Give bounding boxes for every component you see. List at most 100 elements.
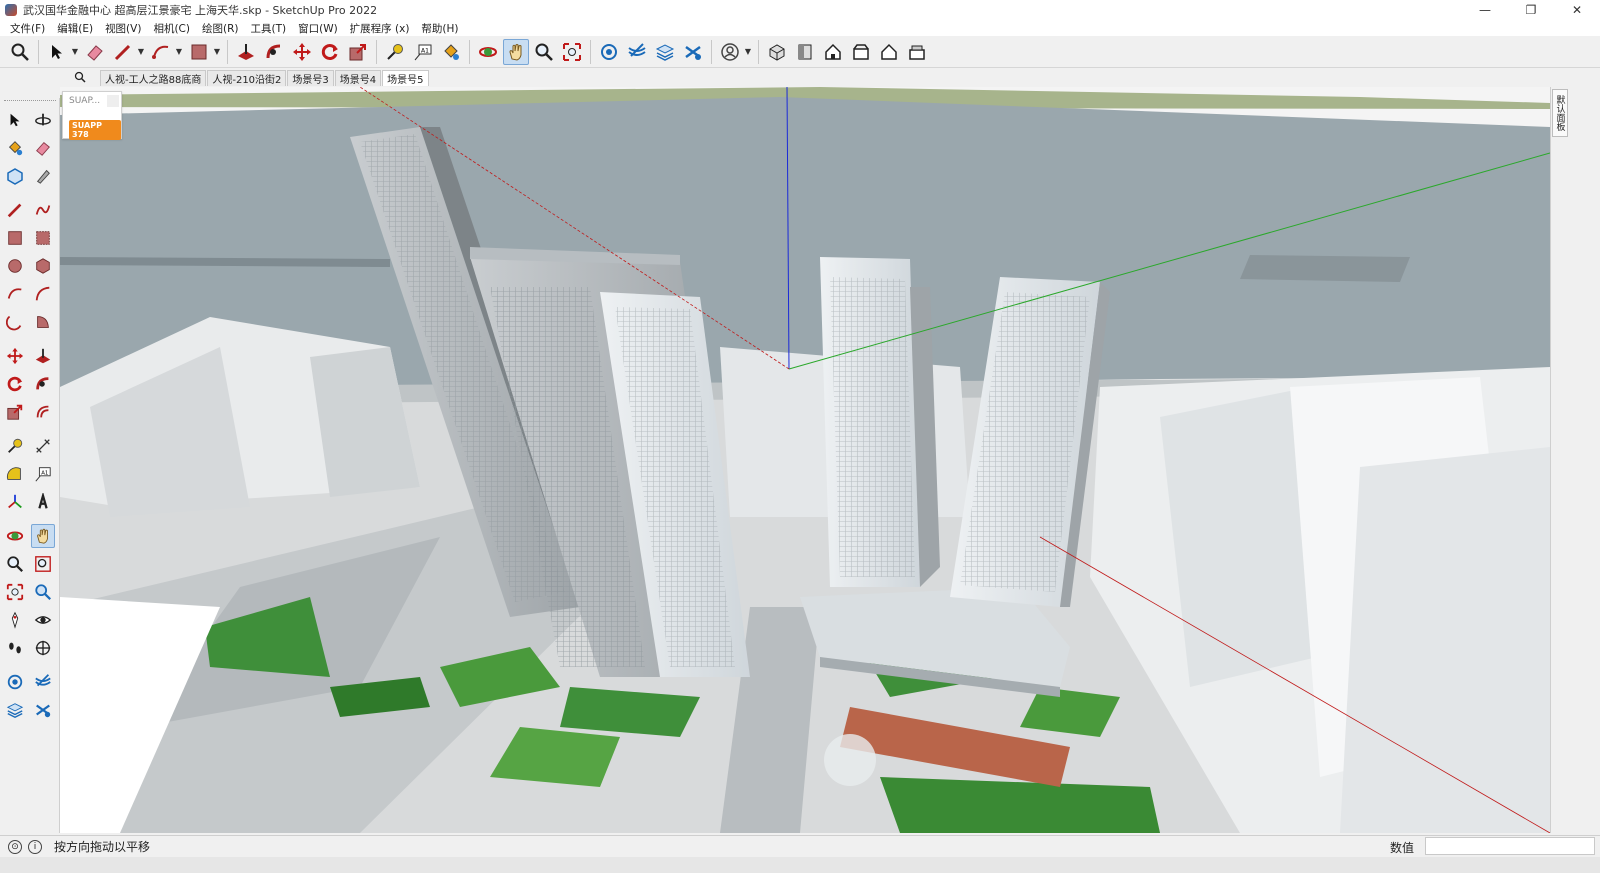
- menu-window[interactable]: 窗口(W): [292, 21, 344, 36]
- scene-tab-2[interactable]: 人视-210沿街2: [207, 70, 287, 86]
- view-left-icon[interactable]: [904, 39, 930, 65]
- paint-bucket-icon[interactable]: [3, 136, 27, 160]
- follow-me-icon[interactable]: [261, 39, 287, 65]
- orbit-icon[interactable]: [3, 524, 27, 548]
- menu-file[interactable]: 文件(F): [4, 21, 51, 36]
- styles-icon[interactable]: [31, 698, 55, 722]
- freehand-icon[interactable]: [31, 198, 55, 222]
- tag-pen-icon[interactable]: [31, 164, 55, 188]
- layers-icon[interactable]: [3, 698, 27, 722]
- account-dropdown-icon[interactable]: ▼: [744, 39, 752, 65]
- polygon-icon[interactable]: [31, 254, 55, 278]
- 3d-text-icon[interactable]: [31, 490, 55, 514]
- menu-view[interactable]: 视图(V): [99, 21, 147, 36]
- shadows-icon[interactable]: [624, 39, 650, 65]
- scene-tab-4[interactable]: 场景号4: [334, 70, 382, 86]
- restore-button[interactable]: ❐: [1508, 0, 1554, 20]
- zoom-icon[interactable]: [3, 552, 27, 576]
- circle-icon[interactable]: [3, 254, 27, 278]
- push-pull-icon[interactable]: [233, 39, 259, 65]
- menu-tools[interactable]: 工具(T): [244, 21, 292, 36]
- walk-footprints-icon[interactable]: [3, 636, 27, 660]
- arc-icon[interactable]: [148, 39, 174, 65]
- three-point-arc-icon[interactable]: [3, 310, 27, 334]
- orbit-icon[interactable]: [475, 39, 501, 65]
- menu-draw[interactable]: 绘图(R): [196, 21, 245, 36]
- select-arrow-icon[interactable]: [44, 39, 70, 65]
- view-iso-icon[interactable]: [764, 39, 790, 65]
- menu-help[interactable]: 帮助(H): [415, 21, 464, 36]
- styles-icon[interactable]: [680, 39, 706, 65]
- rotated-rectangle-icon[interactable]: [31, 226, 55, 250]
- scene-search-icon[interactable]: [60, 68, 100, 86]
- account-user-icon[interactable]: [717, 39, 743, 65]
- select-dropdown-icon[interactable]: ▼: [71, 39, 79, 65]
- move-icon[interactable]: [3, 344, 27, 368]
- protractor-icon[interactable]: [3, 462, 27, 486]
- measurements-input[interactable]: [1425, 837, 1595, 855]
- rotate-icon[interactable]: [3, 372, 27, 396]
- position-camera-icon[interactable]: [3, 608, 27, 632]
- select-arrow-icon[interactable]: [3, 108, 27, 132]
- suapp-panel[interactable]: SUAP... SUAPP 378: [62, 91, 122, 140]
- scale-icon[interactable]: [3, 400, 27, 424]
- arc-icon[interactable]: [3, 282, 27, 306]
- suapp-badge[interactable]: SUAPP 378: [69, 120, 121, 140]
- scene-tab-3[interactable]: 场景号3: [287, 70, 334, 86]
- move-icon[interactable]: [289, 39, 315, 65]
- search-icon[interactable]: [7, 39, 33, 65]
- info-icon[interactable]: i: [28, 839, 42, 854]
- minimize-button[interactable]: —: [1462, 0, 1508, 20]
- model-info-icon[interactable]: [596, 39, 622, 65]
- look-around-eye-icon[interactable]: [31, 608, 55, 632]
- zoom-extents-icon[interactable]: [559, 39, 585, 65]
- menu-camera[interactable]: 相机(C): [147, 21, 196, 36]
- rectangle-icon[interactable]: [186, 39, 212, 65]
- text-tool-icon[interactable]: A1: [410, 39, 436, 65]
- model-info-icon[interactable]: [3, 670, 27, 694]
- paint-bucket-icon[interactable]: [438, 39, 464, 65]
- scene-tab-5[interactable]: 场景号5: [382, 70, 429, 86]
- component-icon[interactable]: [3, 164, 27, 188]
- layers-icon[interactable]: [652, 39, 678, 65]
- pan-hand-icon[interactable]: [31, 524, 55, 548]
- menu-extensions[interactable]: 扩展程序 (x): [344, 21, 416, 36]
- eraser-icon[interactable]: [31, 136, 55, 160]
- scale-icon[interactable]: [345, 39, 371, 65]
- shape-dropdown-icon[interactable]: ▼: [213, 39, 221, 65]
- menu-edit[interactable]: 编辑(E): [51, 21, 99, 36]
- previous-view-icon[interactable]: [31, 580, 55, 604]
- orbit-3d-icon[interactable]: [31, 108, 55, 132]
- rectangle-icon[interactable]: [3, 226, 27, 250]
- dimension-icon[interactable]: [31, 434, 55, 458]
- view-back-icon[interactable]: [876, 39, 902, 65]
- scene-tab-1[interactable]: 人视-工人之路88底商: [100, 70, 207, 86]
- rotate-icon[interactable]: [317, 39, 343, 65]
- eraser-icon[interactable]: [82, 39, 108, 65]
- view-top-icon[interactable]: [792, 39, 818, 65]
- suapp-close-icon[interactable]: [107, 95, 119, 107]
- axes-icon[interactable]: [3, 490, 27, 514]
- zoom-extents-icon[interactable]: [3, 580, 27, 604]
- close-button[interactable]: ✕: [1554, 0, 1600, 20]
- follow-me-icon[interactable]: [31, 372, 55, 396]
- tape-measure-icon[interactable]: [382, 39, 408, 65]
- offset-icon[interactable]: [31, 400, 55, 424]
- zoom-window-icon[interactable]: [31, 552, 55, 576]
- line-dropdown-icon[interactable]: ▼: [137, 39, 145, 65]
- geo-location-icon[interactable]: ⊙: [8, 839, 22, 854]
- pie-icon[interactable]: [31, 310, 55, 334]
- shadows-icon[interactable]: [31, 670, 55, 694]
- tape-measure-icon[interactable]: [3, 434, 27, 458]
- view-front-icon[interactable]: [820, 39, 846, 65]
- arc-dropdown-icon[interactable]: ▼: [175, 39, 183, 65]
- pencil-line-icon[interactable]: [110, 39, 136, 65]
- two-point-arc-icon[interactable]: [31, 282, 55, 306]
- pan-hand-icon[interactable]: [503, 38, 529, 65]
- 3d-viewport[interactable]: SUAP... SUAPP 378: [60, 87, 1550, 833]
- section-plane-icon[interactable]: [31, 636, 55, 660]
- line-pencil-icon[interactable]: [3, 198, 27, 222]
- default-tray-tab[interactable]: 默认面板: [1552, 89, 1568, 137]
- push-pull-icon[interactable]: [31, 344, 55, 368]
- text-tool-icon[interactable]: A1: [31, 462, 55, 486]
